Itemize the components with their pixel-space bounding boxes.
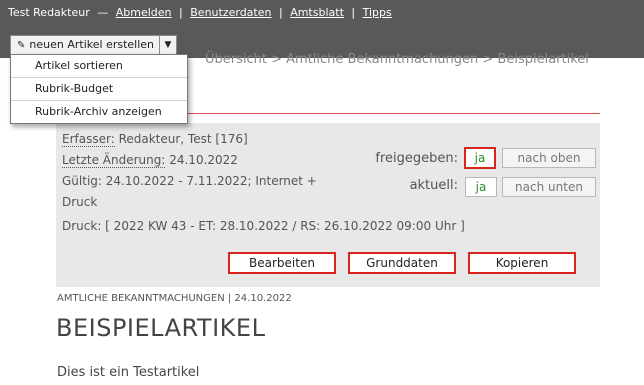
last-change-row: Letzte Änderung: 24.10.2022 xyxy=(62,153,238,168)
menu-item-rubric-archive[interactable]: Rubrik-Archiv anzeigen xyxy=(11,101,187,123)
validity-line2: Druck xyxy=(62,195,98,209)
logout-link[interactable]: Abmelden xyxy=(116,6,172,19)
print-info: Druck: [ 2022 KW 43 - ET: 28.10.2022 / R… xyxy=(62,219,465,233)
current-value[interactable]: ja xyxy=(465,177,497,197)
copy-button[interactable]: Kopieren xyxy=(468,252,576,274)
separator: | xyxy=(351,6,356,19)
current-label: aktuell: xyxy=(409,178,458,193)
article-title: BEISPIELARTIKEL xyxy=(56,314,266,342)
last-change-label: Letzte Änderung: xyxy=(62,153,166,168)
admin-toolbar: Test Redakteur — Abmelden | Benutzerdate… xyxy=(0,0,644,58)
article-section-date: AMTLICHE BEKANNTMACHUNGEN | 24.10.2022 xyxy=(57,293,292,304)
current-user: Test Redakteur xyxy=(8,6,90,19)
article-body: Dies ist ein Testartikel xyxy=(57,365,200,380)
erfasser-label: Erfasser: xyxy=(62,132,115,147)
user-data-link[interactable]: Benutzerdaten xyxy=(190,6,271,19)
new-article-button[interactable]: ✎ neuen Artikel erstellen xyxy=(10,35,161,55)
move-up-button[interactable]: nach oben xyxy=(502,148,596,168)
separator: | xyxy=(278,6,283,19)
erfasser-value: Redakteur, Test [176] xyxy=(118,132,248,146)
edit-button[interactable]: Bearbeiten xyxy=(228,252,336,274)
breadcrumb[interactable]: Übersicht > Amtliche Bekanntmachungen > … xyxy=(205,52,589,67)
chevron-down-icon: ▼ xyxy=(164,40,172,50)
erfasser-row: Erfasser: Redakteur, Test [176] xyxy=(62,132,248,147)
validity-line1: Gültig: 24.10.2022 - 7.11.2022; Internet… xyxy=(62,174,317,188)
new-article-dropdown-menu: Artikel sortieren Rubrik-Budget Rubrik-A… xyxy=(10,54,188,124)
base-data-button[interactable]: Grunddaten xyxy=(348,252,456,274)
tips-link[interactable]: Tipps xyxy=(363,6,392,19)
dropdown-toggle-button[interactable]: ▼ xyxy=(160,35,178,55)
article-meta-box: Erfasser: Redakteur, Test [176] Letzte Ä… xyxy=(56,123,600,287)
menu-item-sort-articles[interactable]: Artikel sortieren xyxy=(11,55,187,78)
user-links: Test Redakteur — Abmelden | Benutzerdate… xyxy=(8,6,392,19)
new-article-split-button: ✎ neuen Artikel erstellen ▼ xyxy=(10,35,178,55)
amtsblatt-link[interactable]: Amtsblatt xyxy=(290,6,344,19)
menu-item-rubric-budget[interactable]: Rubrik-Budget xyxy=(11,78,187,101)
released-label: freigegeben: xyxy=(375,151,458,166)
move-down-button[interactable]: nach unten xyxy=(502,177,596,197)
released-value[interactable]: ja xyxy=(464,147,496,169)
separator: | xyxy=(179,6,183,19)
new-article-label: neuen Artikel erstellen xyxy=(29,38,155,51)
dash: — xyxy=(97,6,109,19)
pencil-icon: ✎ xyxy=(17,40,26,51)
last-change-value: 24.10.2022 xyxy=(169,153,238,167)
